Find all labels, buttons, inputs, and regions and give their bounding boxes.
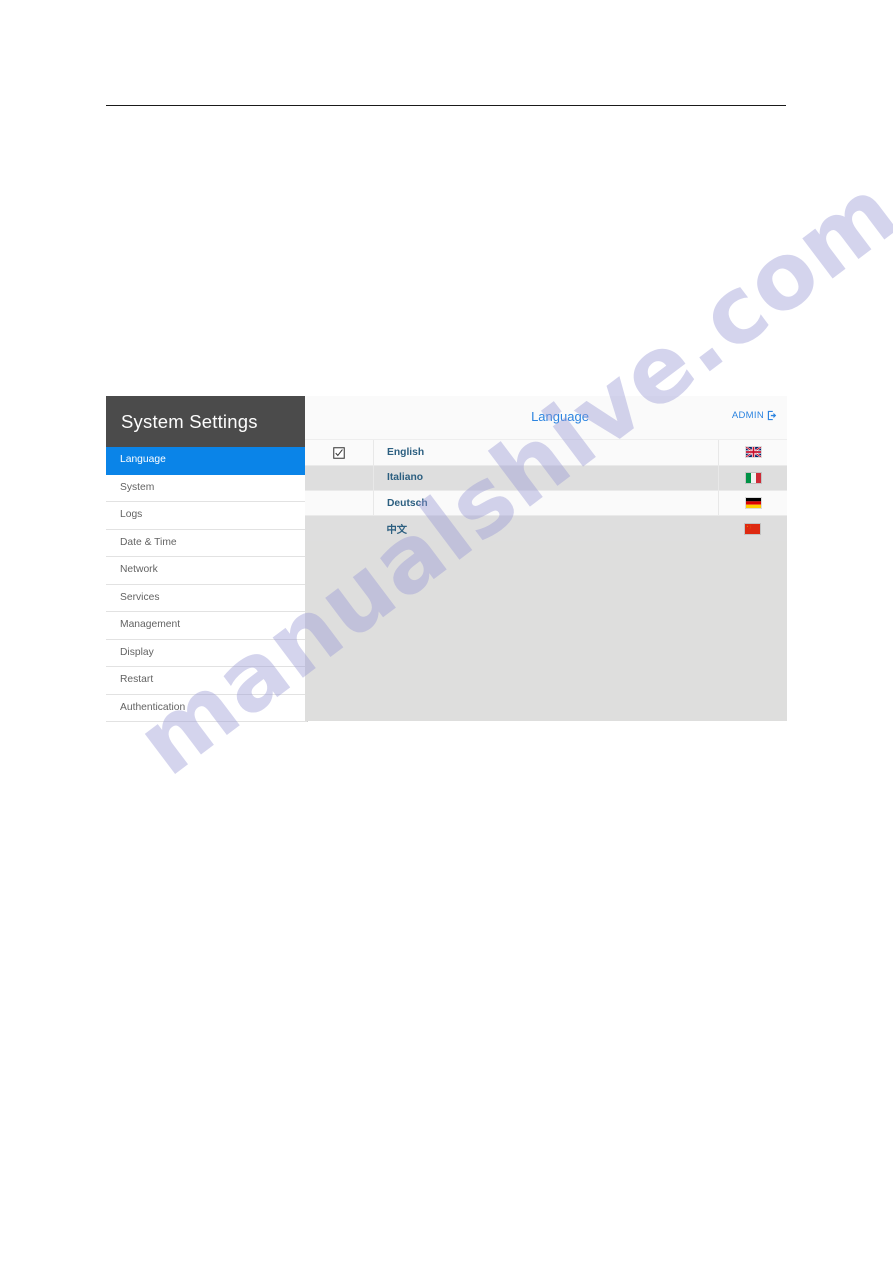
sidebar-item-restart[interactable]: Restart xyxy=(106,667,307,695)
language-name: 中文 xyxy=(386,525,408,537)
sidebar-item-label: System xyxy=(120,481,155,493)
table-row[interactable]: Deutsch xyxy=(305,490,787,517)
admin-label: ADMIN xyxy=(731,410,764,421)
table-row[interactable]: Italiano xyxy=(305,465,787,492)
language-flag-cell xyxy=(718,440,787,466)
language-checkbox-cell[interactable] xyxy=(305,440,374,466)
checkbox-checked-icon[interactable] xyxy=(333,446,345,459)
sidebar-item-label: Services xyxy=(120,591,160,603)
language-name: Deutsch xyxy=(373,490,719,517)
language-name: Italiano xyxy=(373,465,719,492)
table-row[interactable]: English xyxy=(305,440,787,466)
sidebar-nav-list: Language System Logs Date & Time Network… xyxy=(106,447,307,722)
language-checkbox-cell[interactable] xyxy=(305,516,374,541)
sidebar-item-label: Logs xyxy=(120,509,143,521)
sidebar-item-label: Display xyxy=(120,646,154,658)
table-row[interactable]: 中文 xyxy=(305,515,788,542)
sidebar-item-label: Language xyxy=(120,454,166,466)
admin-logout-button[interactable]: ADMIN xyxy=(732,410,778,421)
system-settings-app: System Settings Language System Logs Dat… xyxy=(106,396,787,722)
content-panel: Language ADMIN English Italiano Deutsch … xyxy=(305,396,787,721)
sidebar-header: System Settings xyxy=(106,396,307,447)
language-name: English xyxy=(373,440,719,466)
language-checkbox-cell[interactable] xyxy=(305,490,374,517)
sidebar-item-management[interactable]: Management xyxy=(106,612,307,640)
language-checkbox-cell[interactable] xyxy=(305,465,374,492)
sidebar-item-display[interactable]: Display xyxy=(106,639,307,667)
sidebar-item-label: Restart xyxy=(120,674,154,686)
italy-flag-icon xyxy=(744,471,762,484)
sidebar-item-network[interactable]: Network xyxy=(106,557,307,585)
logout-icon xyxy=(767,410,778,421)
language-flag-cell xyxy=(718,490,787,517)
language-table: English Italiano Deutsch 中文 xyxy=(305,440,788,542)
sidebar-item-language[interactable]: Language xyxy=(106,447,307,475)
sidebar-item-logs[interactable]: Logs xyxy=(106,502,307,530)
sidebar: System Settings Language System Logs Dat… xyxy=(106,396,308,722)
sidebar-item-date-time[interactable]: Date & Time xyxy=(106,529,307,557)
sidebar-item-label: Management xyxy=(120,619,181,631)
sidebar-item-label: Network xyxy=(120,564,158,576)
content-header: Language ADMIN xyxy=(305,396,787,440)
sidebar-item-system[interactable]: System xyxy=(106,474,307,502)
content-title: Language xyxy=(531,409,589,424)
page-title: System Settings xyxy=(121,410,258,432)
sidebar-item-services[interactable]: Services xyxy=(106,584,307,612)
page-top-rule xyxy=(106,105,786,106)
language-flag-cell xyxy=(718,465,787,492)
sidebar-item-label: Authentication xyxy=(120,701,186,713)
sidebar-item-authentication[interactable]: Authentication xyxy=(106,694,307,722)
china-flag-icon xyxy=(744,522,762,535)
united-kingdom-flag-icon xyxy=(744,446,762,459)
sidebar-item-label: Date & Time xyxy=(120,536,177,548)
language-flag-cell xyxy=(719,516,788,541)
germany-flag-icon xyxy=(744,497,762,509)
